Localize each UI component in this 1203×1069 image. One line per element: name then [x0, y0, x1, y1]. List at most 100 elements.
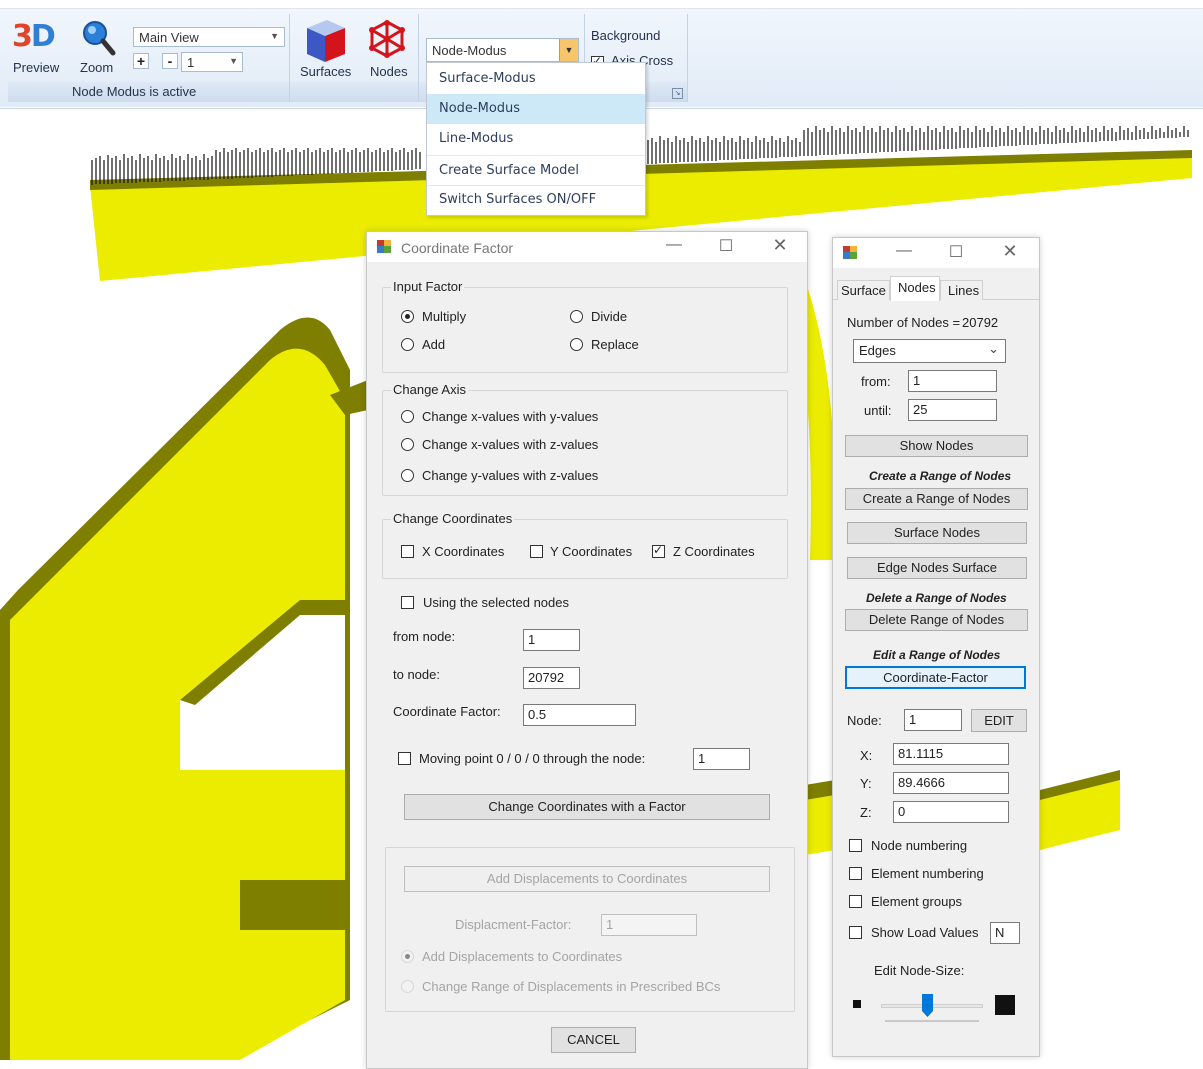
view-combo[interactable]: Main View ▼ — [133, 27, 285, 47]
menu-item-surface-modus[interactable]: Surface-Modus — [427, 64, 645, 94]
panel-titlebar: — ☐ ✕ — [833, 238, 1039, 268]
zoom-label: Zoom — [80, 60, 114, 75]
change-coordinates-button[interactable]: Change Coordinates with a Factor — [404, 794, 770, 820]
cancel-button[interactable]: CANCEL — [551, 1027, 636, 1053]
close-icon[interactable]: ✕ — [765, 235, 795, 256]
show-load-values-checkbox[interactable] — [849, 926, 862, 939]
edge-nodes-surface-button[interactable]: Edge Nodes Surface — [847, 557, 1027, 579]
input-factor-title: Input Factor — [391, 279, 465, 294]
surface-nodes-button[interactable]: Surface Nodes — [847, 522, 1027, 544]
step-combo[interactable]: 1 ▼ — [181, 52, 243, 72]
create-range-heading: Create a Range of Nodes — [869, 469, 1012, 483]
maximize-icon[interactable]: ☐ — [711, 236, 741, 256]
moving-point-checkbox[interactable] — [398, 752, 411, 765]
menu-item-create-surface-model[interactable]: Create Surface Model — [427, 156, 645, 186]
node-numbering-checkbox[interactable] — [849, 839, 862, 852]
edges-combo[interactable]: Edges ⌄ — [853, 339, 1006, 363]
change-range-radio[interactable] — [401, 980, 414, 993]
menu-item-line-modus[interactable]: Line-Modus — [427, 124, 645, 154]
y-input[interactable]: 89.4666 — [893, 772, 1009, 794]
app-icon — [843, 246, 857, 259]
modus-combo[interactable]: Node-Modus ▼ — [426, 38, 579, 62]
element-groups-checkbox[interactable] — [849, 895, 862, 908]
nodes-panel: — ☐ ✕ Surface Nodes Lines Number of Node… — [832, 237, 1040, 1057]
zoom-button[interactable]: Zoom — [76, 18, 122, 80]
xy-swap-radio[interactable] — [401, 410, 414, 423]
coordinate-factor-button[interactable]: Coordinate-Factor — [845, 666, 1026, 689]
add-disp-radio[interactable] — [401, 950, 414, 963]
preview-button[interactable]: 3D Preview — [10, 18, 66, 80]
coordinate-factor-label: Coordinate Factor: — [393, 704, 501, 719]
menu-item-node-modus[interactable]: Node-Modus — [427, 94, 645, 124]
x-input[interactable]: 81.1115 — [893, 743, 1009, 765]
xz-swap-radio[interactable] — [401, 438, 414, 451]
small-square-icon — [853, 1000, 861, 1008]
show-load-values-label: Show Load Values — [871, 925, 979, 940]
create-range-button[interactable]: Create a Range of Nodes — [845, 488, 1028, 510]
node-label: Node: — [847, 713, 882, 728]
show-nodes-button[interactable]: Show Nodes — [845, 435, 1028, 457]
delete-range-button[interactable]: Delete Range of Nodes — [845, 609, 1028, 631]
change-range-label: Change Range of Displacements in Prescri… — [422, 979, 721, 994]
nodes-button[interactable]: Nodes — [366, 16, 416, 80]
moving-point-input[interactable]: 1 — [693, 748, 750, 770]
from-node-label: from node: — [393, 629, 456, 644]
node-size-slider[interactable] — [881, 990, 983, 1026]
tab-lines-label: Lines — [948, 283, 980, 298]
disp-factor-input[interactable]: 1 — [601, 914, 697, 936]
element-numbering-checkbox[interactable] — [849, 867, 862, 880]
y-coordinates-checkbox[interactable] — [530, 545, 543, 558]
minus-button[interactable]: - — [162, 53, 178, 69]
x-coordinates-checkbox[interactable] — [401, 545, 414, 558]
load-unit-input[interactable]: N — [990, 922, 1020, 944]
until-input[interactable]: 25 — [908, 399, 997, 421]
edit-range-heading: Edit a Range of Nodes — [873, 648, 1001, 662]
slider-thumb[interactable] — [922, 994, 933, 1017]
add-disp-label: Add Displacements to Coordinates — [422, 949, 623, 964]
view-combo-value: Main View — [139, 30, 199, 45]
tab-nodes[interactable]: Nodes — [890, 276, 940, 301]
tab-surface-label: Surface — [841, 283, 886, 298]
surfaces-button[interactable]: Surfaces — [296, 16, 358, 80]
using-selected-checkbox[interactable] — [401, 596, 414, 609]
minimize-icon[interactable]: — — [889, 242, 919, 260]
input-factor-group: Input Factor — [382, 279, 788, 373]
add-displacements-button[interactable]: Add Displacements to Coordinates — [404, 866, 770, 892]
xy-swap-label: Change x-values with y-values — [422, 409, 599, 424]
replace-radio[interactable] — [570, 338, 583, 351]
close-icon[interactable]: ✕ — [995, 241, 1025, 262]
element-numbering-label: Element numbering — [871, 866, 984, 881]
divide-radio[interactable] — [570, 310, 583, 323]
modus-dropdown-menu: Surface-Modus Node-Modus Line-Modus Crea… — [426, 62, 646, 216]
z-coordinates-checkbox[interactable] — [652, 543, 665, 558]
background-button[interactable]: Background — [591, 28, 660, 43]
yz-swap-radio[interactable] — [401, 469, 414, 482]
from-label: from: — [861, 374, 891, 389]
node-input[interactable]: 1 — [904, 709, 962, 731]
to-node-input[interactable]: 20792 — [523, 667, 580, 689]
menu-item-switch-surfaces[interactable]: Switch Surfaces ON/OFF — [427, 185, 645, 215]
plus-button[interactable]: + — [133, 53, 149, 69]
edit-button[interactable]: EDIT — [971, 709, 1027, 732]
dialog-launcher-icon[interactable]: ↘ — [672, 88, 683, 99]
chevron-down-icon: ▼ — [270, 31, 279, 41]
z-input[interactable]: 0 — [893, 801, 1009, 823]
to-node-label: to node: — [393, 667, 440, 682]
tab-lines[interactable]: Lines — [940, 280, 983, 300]
from-node-input[interactable]: 1 — [523, 629, 580, 651]
maximize-icon[interactable]: ☐ — [941, 242, 971, 262]
x-label: X: — [860, 748, 873, 763]
coordinate-factor-input[interactable]: 0.5 — [523, 704, 636, 726]
step-combo-value: 1 — [187, 55, 195, 70]
slider-tick-line — [885, 1020, 979, 1022]
add-radio[interactable] — [401, 338, 414, 351]
3d-icon: 3D — [12, 19, 56, 54]
edit-node-size-label: Edit Node-Size: — [874, 963, 965, 978]
z-coordinates-label: Z Coordinates — [673, 544, 755, 559]
tab-surface[interactable]: Surface — [837, 280, 890, 300]
multiply-radio[interactable] — [401, 310, 414, 323]
moving-point-label: Moving point 0 / 0 / 0 through the node: — [419, 751, 646, 766]
minimize-icon[interactable]: — — [659, 236, 689, 254]
node-count-label: Number of Nodes = — [847, 315, 961, 330]
from-input[interactable]: 1 — [908, 370, 997, 392]
